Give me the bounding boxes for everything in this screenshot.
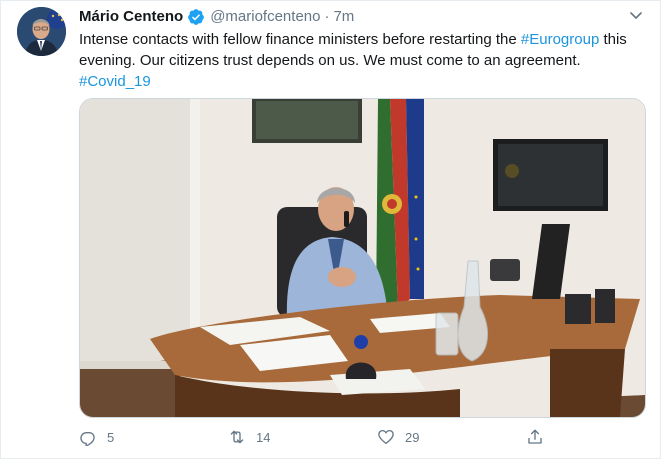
reply-button[interactable]: 5 xyxy=(79,425,114,449)
like-icon xyxy=(378,429,394,445)
reply-icon xyxy=(80,431,95,446)
office-photo xyxy=(80,99,645,417)
tweet-photo[interactable] xyxy=(79,98,646,418)
separator-dot: · xyxy=(324,8,330,25)
share-button[interactable] xyxy=(526,425,554,449)
verified-badge-icon xyxy=(187,8,205,26)
like-button[interactable]: 29 xyxy=(377,425,419,449)
author-handle[interactable]: @mariofcenteno xyxy=(210,7,320,27)
hashtag-eurogroup[interactable]: #Eurogroup xyxy=(521,31,599,48)
retweet-count: 14 xyxy=(256,429,271,445)
tweet-actions: 5 14 29 xyxy=(79,425,549,449)
like-count: 29 xyxy=(405,429,420,445)
tweet-header: Mário Centeno @mariofcenteno · 7m xyxy=(79,7,354,27)
tweet-card[interactable]: Mário Centeno @mariofcenteno · 7m Intens… xyxy=(0,0,661,459)
tweet-text-part1: Intense contacts with fellow finance min… xyxy=(79,31,521,48)
avatar-image xyxy=(17,7,66,56)
retweet-button[interactable]: 14 xyxy=(228,425,270,449)
reply-count: 5 xyxy=(107,429,115,445)
share-icon xyxy=(528,429,542,444)
avatar[interactable] xyxy=(17,7,66,56)
retweet-icon xyxy=(230,430,244,444)
hashtag-covid[interactable]: #Covid_19 xyxy=(79,73,151,90)
tweet-text: Intense contacts with fellow finance min… xyxy=(79,29,645,92)
author-display-name[interactable]: Mário Centeno xyxy=(79,7,183,27)
timestamp[interactable]: 7m xyxy=(333,7,354,27)
caret-down-icon[interactable] xyxy=(628,7,644,23)
